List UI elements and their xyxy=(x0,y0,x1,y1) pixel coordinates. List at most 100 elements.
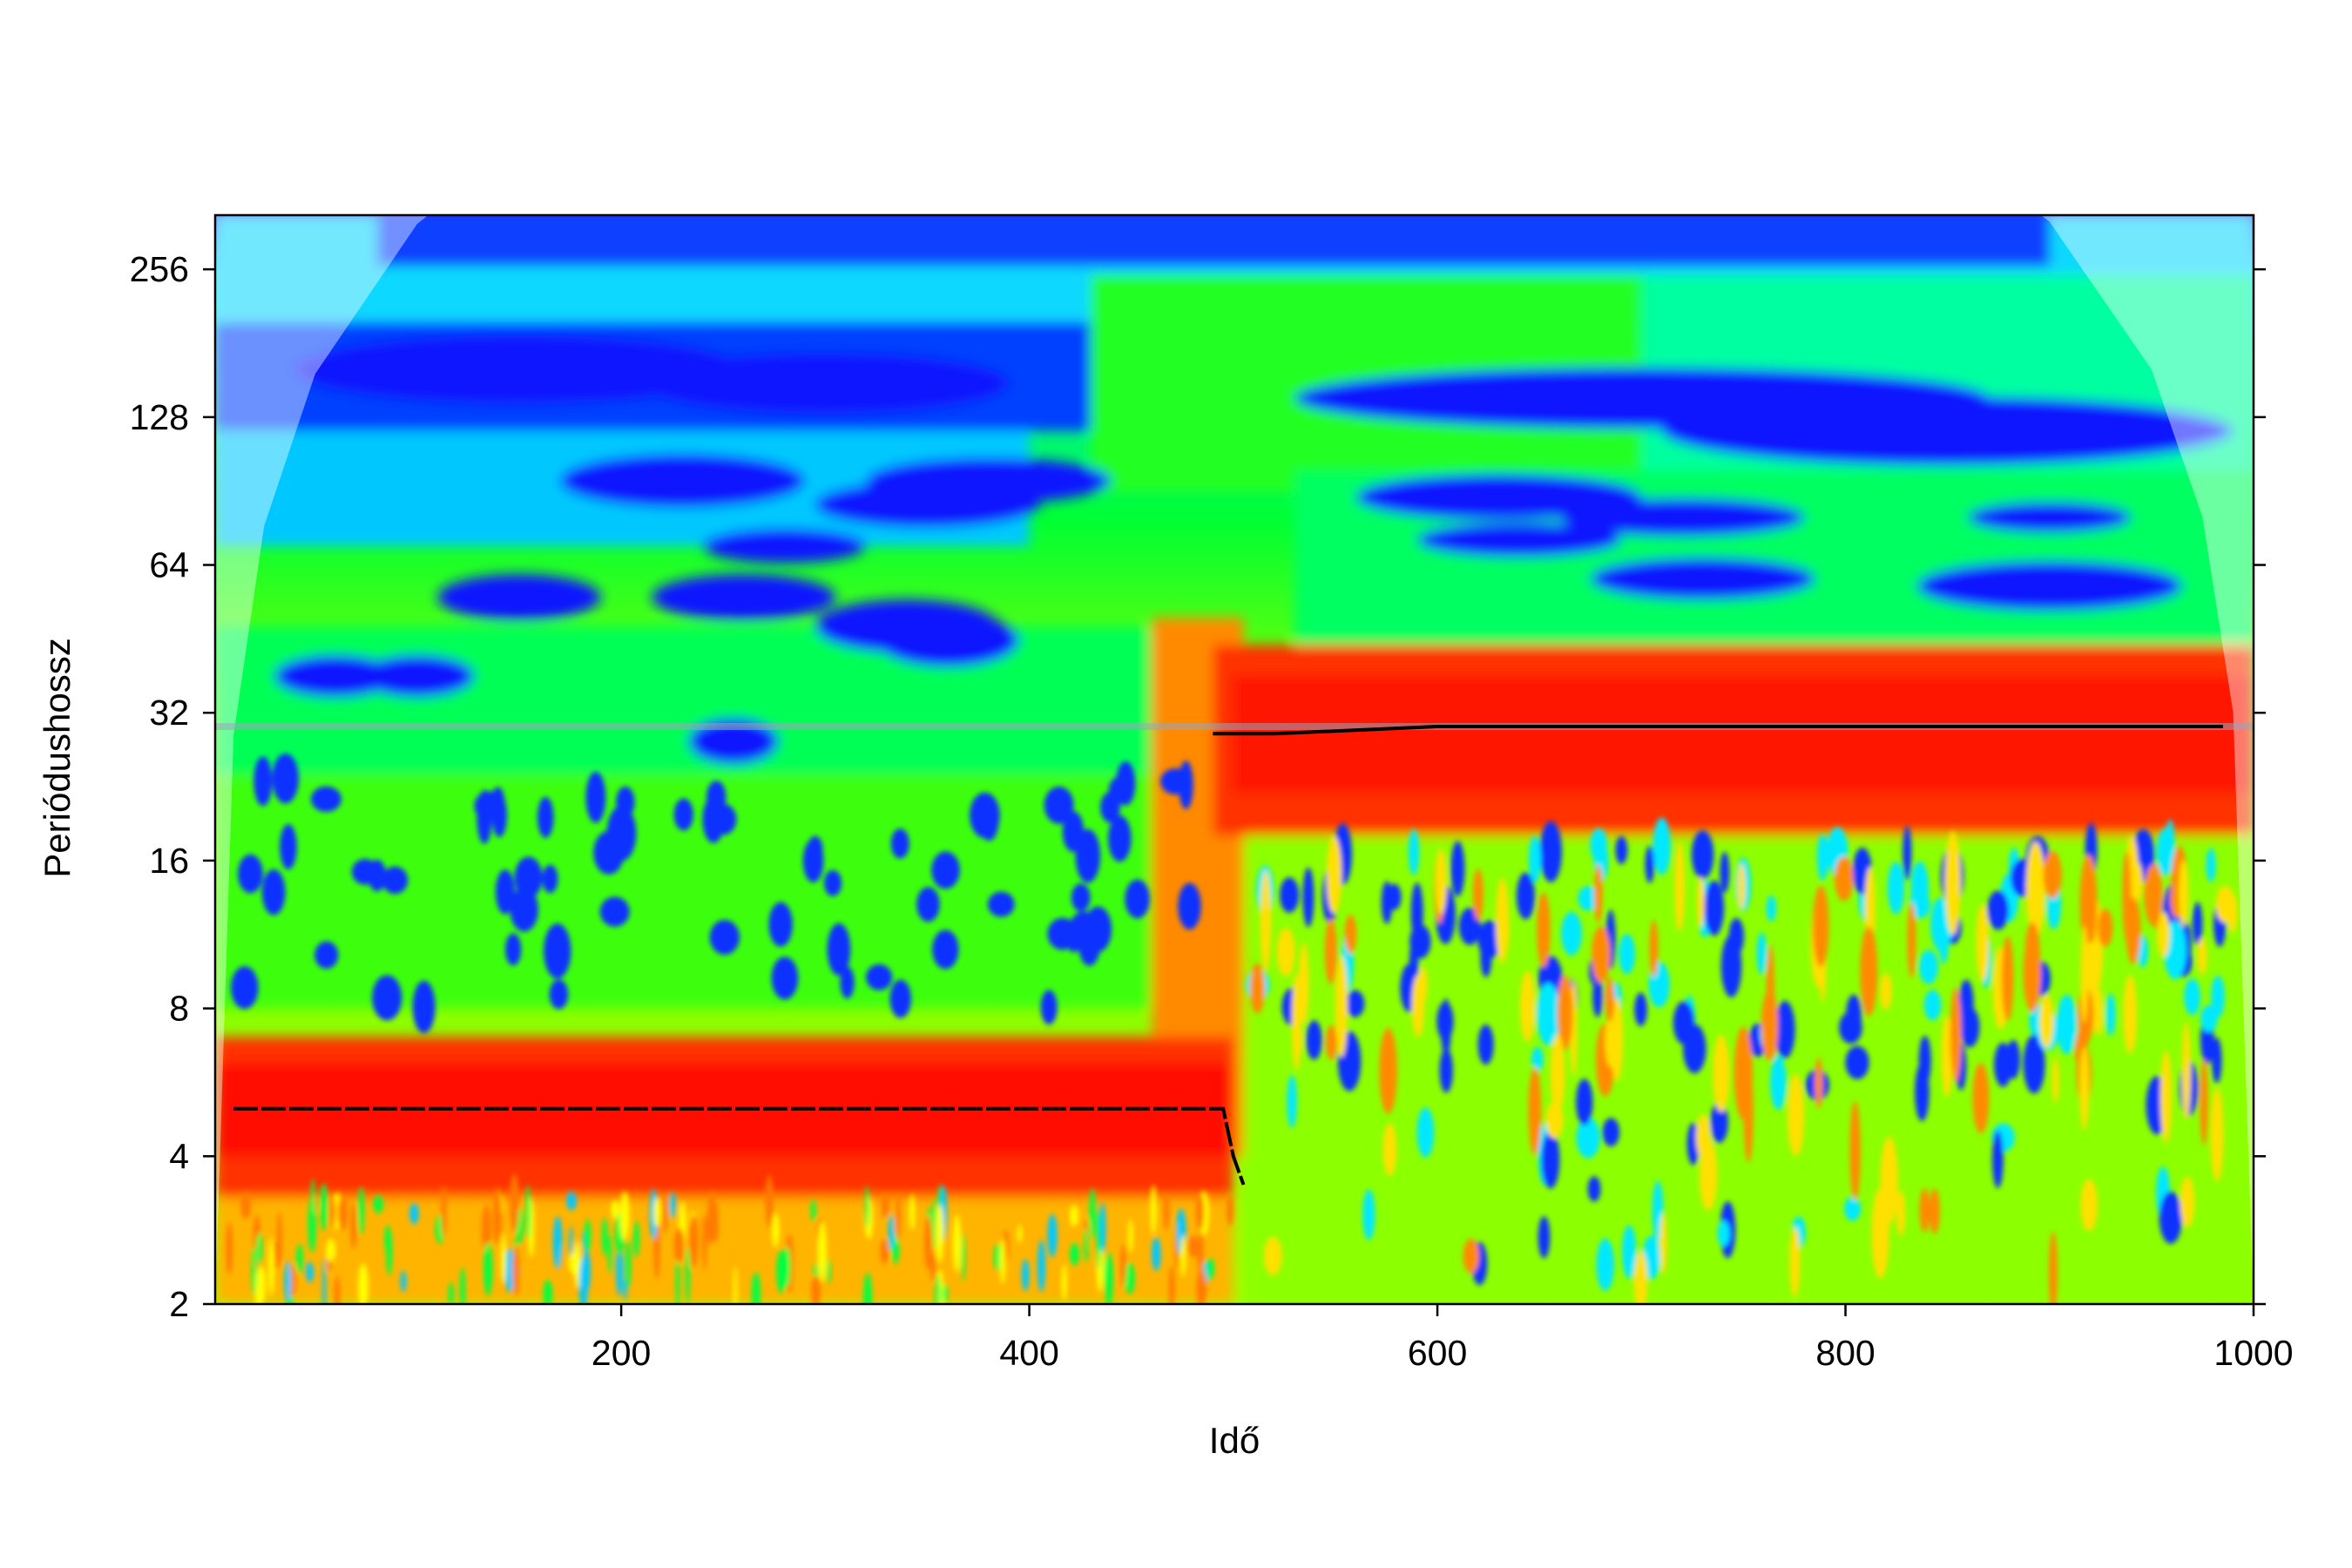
noise-streak xyxy=(811,1274,821,1304)
high-power-streak xyxy=(1950,987,1962,1082)
low-power-blob xyxy=(437,574,601,621)
low-power-island xyxy=(1538,1216,1551,1259)
low-power-island xyxy=(491,794,507,838)
noise-streak xyxy=(865,1185,869,1228)
noise-streak xyxy=(935,1274,941,1304)
noise-streak xyxy=(1197,1231,1204,1274)
low-power-island xyxy=(1125,879,1150,919)
high-power-streak xyxy=(2079,1046,2090,1130)
high-power-streak xyxy=(2051,1058,2059,1103)
low-power-island xyxy=(1587,1176,1601,1202)
low-power-island xyxy=(1280,877,1300,913)
noise-streak xyxy=(386,1227,393,1276)
noise-streak xyxy=(1163,1193,1170,1231)
noise-streak xyxy=(896,1192,902,1242)
low-power-island xyxy=(1645,846,1655,883)
high-power-streak xyxy=(1263,1236,1282,1276)
high-power-streak xyxy=(1944,831,1961,936)
noise-streak xyxy=(1150,1185,1157,1235)
low-power-island xyxy=(889,979,911,1018)
high-power-streak xyxy=(2024,922,2040,985)
low-power-island xyxy=(1619,934,1635,975)
high-power-streak xyxy=(1907,902,1916,978)
noise-streak xyxy=(1125,1262,1135,1294)
noise-streak xyxy=(881,1193,889,1219)
low-power-island xyxy=(840,966,855,999)
noise-streak xyxy=(888,1214,895,1251)
high-power-streak xyxy=(2181,1022,2191,1120)
noise-streak xyxy=(961,1233,966,1281)
noise-streak xyxy=(268,1237,274,1296)
high-power-streak xyxy=(2227,893,2238,933)
high-power-streak xyxy=(1787,1073,1805,1157)
high-power-streak xyxy=(1789,1227,1801,1298)
noise-streak xyxy=(765,1174,774,1228)
noise-streak xyxy=(1047,1213,1058,1258)
x-tick-label: 600 xyxy=(1408,1333,1467,1373)
low-power-island xyxy=(1387,883,1402,910)
low-power-island xyxy=(537,796,554,838)
high-power-streak xyxy=(1472,868,1484,921)
high-power-streak xyxy=(2197,937,2207,975)
high-power-streak xyxy=(1463,1238,1479,1274)
y-tick-label: 64 xyxy=(149,545,189,585)
x-tick-label: 400 xyxy=(999,1333,1058,1373)
noise-streak xyxy=(1120,1244,1126,1288)
x-axis-title: Idő xyxy=(1209,1420,1260,1461)
high-power-streak xyxy=(1633,1250,1648,1304)
high-power-streak xyxy=(1919,1187,1930,1233)
low-power-island xyxy=(261,868,286,916)
low-power-island xyxy=(1720,851,1730,893)
low-power-island xyxy=(2057,994,2078,1055)
y-tick-label: 4 xyxy=(169,1136,189,1176)
noise-streak xyxy=(1206,1258,1215,1280)
low-power-island xyxy=(2206,848,2216,882)
noise-streak xyxy=(409,1203,419,1225)
high-power-streak xyxy=(1435,848,1447,915)
noise-streak xyxy=(552,1215,563,1270)
heatmap-field xyxy=(215,215,2254,1304)
low-power-island xyxy=(2159,1191,2182,1244)
low-power-island xyxy=(1704,880,1725,936)
low-power-island xyxy=(1416,1107,1435,1158)
noise-streak xyxy=(662,1193,668,1233)
high-power-streak xyxy=(2123,975,2138,1054)
low-power-island xyxy=(1844,1196,1862,1221)
low-power-island xyxy=(253,756,273,807)
noise-streak xyxy=(909,1193,916,1231)
high-power-streak xyxy=(1761,990,1779,1061)
noise-streak xyxy=(625,1240,632,1288)
noise-streak xyxy=(827,1259,831,1284)
low-power-island xyxy=(673,798,693,831)
noise-streak xyxy=(578,1257,588,1304)
noise-streak xyxy=(1017,1224,1023,1243)
y-tick-label: 32 xyxy=(149,693,189,733)
low-power-island xyxy=(1450,841,1465,897)
noise-streak xyxy=(358,1263,368,1304)
low-power-blob xyxy=(1916,561,2183,612)
y-tick-label: 256 xyxy=(130,249,189,289)
high-power-streak xyxy=(1326,835,1342,914)
noise-streak xyxy=(935,1205,944,1263)
high-power-streak xyxy=(2080,1179,2099,1232)
high-power-streak xyxy=(2144,865,2163,926)
high-power-streak xyxy=(1496,877,1510,964)
low-power-island xyxy=(382,866,409,895)
low-power-island xyxy=(1576,1078,1593,1126)
high-power-streak xyxy=(2210,1087,2224,1182)
low-power-blob xyxy=(1590,558,1815,600)
y-tick-label: 8 xyxy=(169,989,189,1029)
noise-streak xyxy=(810,1200,816,1222)
noise-streak xyxy=(632,1220,640,1258)
low-power-island xyxy=(1108,776,1129,805)
low-power-island xyxy=(238,854,263,894)
low-power-island xyxy=(351,858,379,885)
noise-streak xyxy=(525,1185,531,1240)
low-power-island xyxy=(1561,911,1582,956)
low-power-island xyxy=(1362,1189,1375,1240)
noise-streak xyxy=(999,1237,1006,1285)
high-power-streak xyxy=(1929,1188,1940,1234)
noise-streak xyxy=(689,1214,699,1268)
y-tick-label: 2 xyxy=(169,1284,189,1324)
high-power-streak xyxy=(1418,966,1428,1004)
